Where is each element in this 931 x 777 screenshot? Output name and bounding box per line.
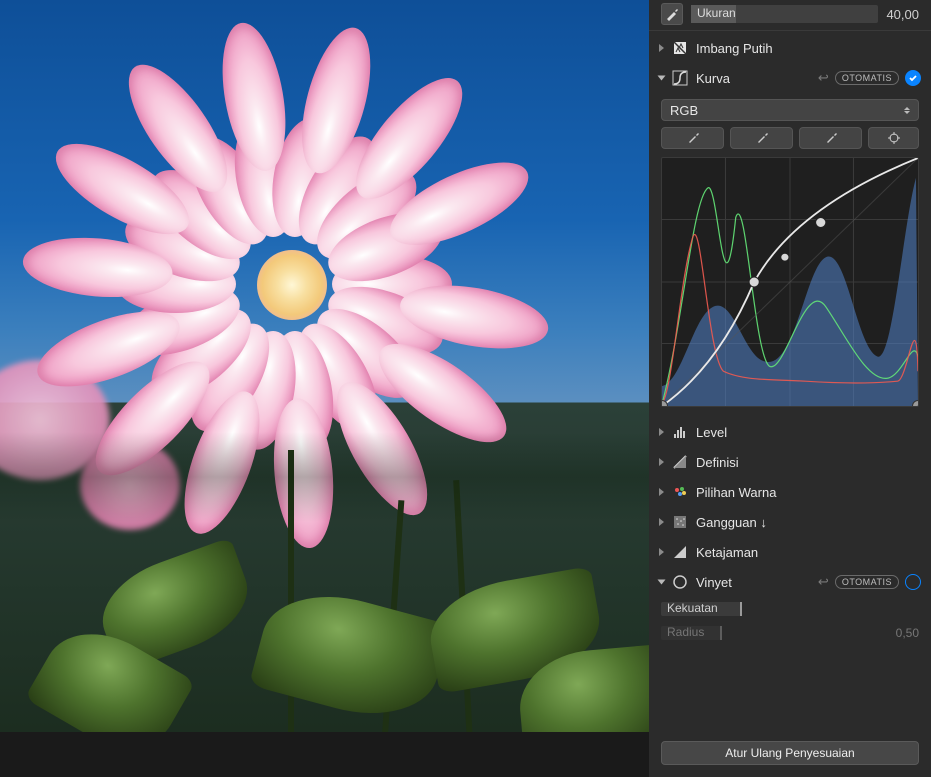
sharpen-label: Ketajaman xyxy=(696,545,921,560)
disclosure-icon[interactable] xyxy=(659,428,664,436)
eyedropper-gray-button[interactable] xyxy=(730,127,793,149)
sharpen-icon xyxy=(670,542,690,562)
curves-enabled-toggle[interactable] xyxy=(905,70,921,86)
vignette-icon xyxy=(670,572,690,592)
adjustments-panel: Ukuran 40,00 Imbang Putih Kurva ↩︎ OTOMA… xyxy=(649,0,931,777)
disclosure-icon[interactable] xyxy=(659,518,664,526)
white-balance-section[interactable]: Imbang Putih xyxy=(649,33,931,63)
curves-eyedropper-row xyxy=(649,127,931,155)
curves-graph[interactable] xyxy=(661,157,919,407)
app-root: Ukuran 40,00 Imbang Putih Kurva ↩︎ OTOMA… xyxy=(0,0,931,777)
white-balance-icon xyxy=(670,38,690,58)
brush-size-slider[interactable]: Ukuran xyxy=(691,5,878,23)
photo-preview[interactable] xyxy=(0,0,649,732)
disclosure-icon[interactable] xyxy=(659,548,664,556)
curves-channel-select[interactable]: RGB xyxy=(661,99,919,121)
reset-adjustments-button[interactable]: Atur Ulang Penyesuaian xyxy=(661,741,919,765)
vignette-radius-label: Radius xyxy=(667,625,704,639)
brush-icon[interactable] xyxy=(661,3,683,25)
curves-section-header[interactable]: Kurva ↩︎ OTOMATIS xyxy=(649,63,931,93)
vignette-radius-value: 0,50 xyxy=(896,626,919,640)
brush-size-row: Ukuran 40,00 xyxy=(649,0,931,28)
curve-white-endpoint[interactable] xyxy=(912,400,919,407)
levels-label: Level xyxy=(696,425,921,440)
disclosure-icon[interactable] xyxy=(659,488,664,496)
eyedropper-black-button[interactable] xyxy=(661,127,724,149)
curves-icon xyxy=(670,68,690,88)
definition-section[interactable]: Definisi xyxy=(649,447,931,477)
vignette-enabled-toggle[interactable] xyxy=(905,574,921,590)
vignette-auto-button[interactable]: OTOMATIS xyxy=(835,575,899,589)
brush-size-value: 40,00 xyxy=(886,7,919,22)
selective-color-section[interactable]: Pilihan Warna xyxy=(649,477,931,507)
disclosure-icon[interactable] xyxy=(659,44,664,52)
selective-color-label: Pilihan Warna xyxy=(696,485,921,500)
vignette-radius-row: Radius 0,50 xyxy=(649,621,931,645)
noise-label: Gangguan ↓ xyxy=(696,515,921,530)
curves-channel-value: RGB xyxy=(670,103,698,118)
reset-button-row: Atur Ulang Penyesuaian xyxy=(649,733,931,777)
vignette-label: Vinyet xyxy=(696,575,812,590)
vignette-strength-label: Kekuatan xyxy=(667,601,718,615)
sharpen-section[interactable]: Ketajaman xyxy=(649,537,931,567)
noise-section[interactable]: Gangguan ↓ xyxy=(649,507,931,537)
curves-label: Kurva xyxy=(696,71,812,86)
vignette-strength-row: Kekuatan xyxy=(649,597,931,621)
eyedropper-target-button[interactable] xyxy=(868,127,919,149)
select-arrows-icon xyxy=(904,107,910,114)
disclosure-icon[interactable] xyxy=(658,580,666,585)
levels-section[interactable]: Level xyxy=(649,417,931,447)
definition-label: Definisi xyxy=(696,455,921,470)
brush-size-label: Ukuran xyxy=(697,6,736,20)
levels-icon xyxy=(670,422,690,442)
image-canvas-area xyxy=(0,0,649,777)
selective-color-icon xyxy=(670,482,690,502)
white-balance-label: Imbang Putih xyxy=(696,41,921,56)
disclosure-icon[interactable] xyxy=(658,76,666,81)
vignette-section-header[interactable]: Vinyet ↩︎ OTOMATIS xyxy=(649,567,931,597)
curves-auto-button[interactable]: OTOMATIS xyxy=(835,71,899,85)
disclosure-icon[interactable] xyxy=(659,458,664,466)
collapsed-sections: Level Definisi Pilihan Warna Gangguan ↓ xyxy=(649,417,931,733)
reset-vignette-icon[interactable]: ↩︎ xyxy=(818,574,829,590)
definition-icon xyxy=(670,452,690,472)
noise-icon xyxy=(670,512,690,532)
reset-curves-icon[interactable]: ↩︎ xyxy=(818,70,829,86)
eyedropper-white-button[interactable] xyxy=(799,127,862,149)
